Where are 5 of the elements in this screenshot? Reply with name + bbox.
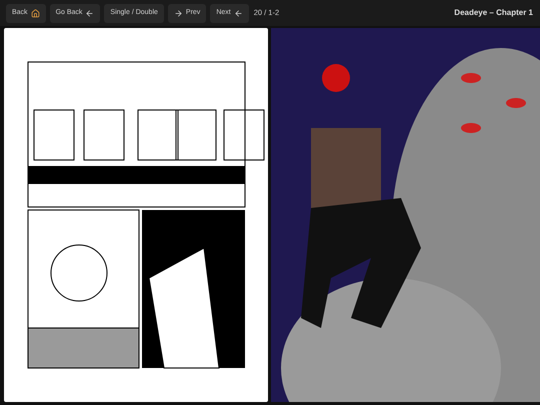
left-arrow-icon xyxy=(234,8,243,18)
right-arrow-icon xyxy=(174,8,183,18)
left-arrow-icon xyxy=(85,8,94,18)
chapter-title: Deadeye – Chapter 1 xyxy=(454,7,534,19)
house-icon xyxy=(30,8,40,18)
